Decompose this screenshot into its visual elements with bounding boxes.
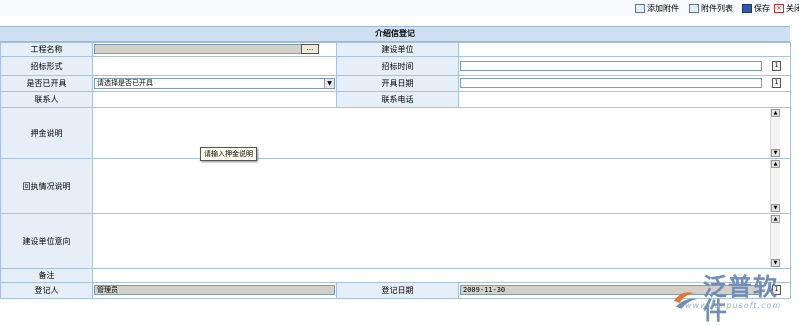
return-scrollbar[interactable]: ▲ ▼ bbox=[770, 160, 780, 212]
return-textarea[interactable]: ▲ ▼ bbox=[92, 158, 791, 214]
deposit-tooltip: 请输入押金说明 bbox=[200, 147, 257, 161]
toolbar: 添加附件 附件列表 保存 × 关闭 bbox=[0, 0, 799, 16]
reg-date-label: 登记日期 bbox=[336, 282, 459, 299]
add-attachment-button[interactable]: 添加附件 bbox=[635, 2, 679, 14]
phone-field[interactable] bbox=[458, 91, 791, 108]
save-disk-icon bbox=[742, 3, 752, 13]
brand-url: www.fanpusoft.com bbox=[685, 301, 782, 310]
phone-label: 联系电话 bbox=[336, 91, 459, 108]
deposit-textarea[interactable]: ▲ ▼ bbox=[92, 107, 791, 159]
bid-form-field[interactable] bbox=[92, 56, 337, 76]
attachment-list-button[interactable]: 附件列表 bbox=[689, 2, 733, 14]
intent-scrollbar[interactable]: ▲ ▼ bbox=[770, 215, 780, 267]
browse-button[interactable]: ... bbox=[301, 44, 319, 54]
deposit-label: 押金说明 bbox=[0, 107, 93, 159]
return-label: 回执情况说明 bbox=[0, 158, 93, 214]
issued-label: 是否已开具 bbox=[0, 75, 93, 92]
issue-date-input[interactable] bbox=[460, 78, 762, 88]
project-name-input[interactable] bbox=[94, 44, 318, 54]
brand-logo: 泛普软件 bbox=[672, 275, 799, 323]
issue-date-label: 开具日期 bbox=[336, 75, 459, 92]
deposit-scrollbar[interactable]: ▲ ▼ bbox=[770, 109, 780, 157]
registration-form: 工程名称 ... 建设单位 招标形式 招标时间 1 是否已开具 请选择是否已开具… bbox=[0, 42, 791, 299]
contact-label: 联系人 bbox=[0, 91, 93, 108]
registrar-input[interactable]: 管理员 bbox=[94, 285, 335, 295]
issued-select-value: 请选择是否已开具 bbox=[97, 79, 153, 87]
close-icon: × bbox=[774, 3, 784, 13]
scroll-down-icon[interactable]: ▼ bbox=[771, 204, 780, 212]
bid-time-label: 招标时间 bbox=[336, 56, 459, 76]
close-label: 关闭 bbox=[786, 3, 799, 13]
attach-icon bbox=[635, 3, 645, 13]
attachment-list-label: 附件列表 bbox=[701, 3, 733, 13]
scroll-up-icon[interactable]: ▲ bbox=[771, 215, 780, 223]
scroll-up-icon[interactable]: ▲ bbox=[771, 109, 780, 117]
issued-select[interactable]: 请选择是否已开具 ▼ bbox=[94, 78, 335, 89]
close-button[interactable]: × 关闭 bbox=[774, 2, 799, 14]
project-name-label: 工程名称 bbox=[0, 42, 93, 57]
form-title: 介绍信登记 bbox=[0, 26, 790, 42]
brand-name: 泛普软件 bbox=[702, 273, 778, 325]
scroll-up-icon[interactable]: ▲ bbox=[771, 160, 780, 168]
contact-field[interactable] bbox=[92, 91, 337, 108]
build-unit-field[interactable] bbox=[458, 42, 791, 57]
save-label: 保存 bbox=[754, 3, 770, 13]
build-unit-label: 建设单位 bbox=[336, 42, 459, 57]
intent-label: 建设单位意向 bbox=[0, 213, 93, 269]
scroll-down-icon[interactable]: ▼ bbox=[771, 259, 780, 267]
scroll-down-icon[interactable]: ▼ bbox=[771, 149, 780, 157]
remark-label: 备注 bbox=[0, 268, 93, 283]
issue-date-calendar-icon[interactable]: 1 bbox=[772, 78, 781, 88]
intent-textarea[interactable]: ▲ ▼ bbox=[92, 213, 791, 269]
bid-time-calendar-icon[interactable]: 1 bbox=[772, 61, 781, 71]
save-button[interactable]: 保存 bbox=[742, 2, 770, 14]
add-attachment-label: 添加附件 bbox=[647, 3, 679, 13]
bid-form-label: 招标形式 bbox=[0, 56, 93, 76]
bid-time-input[interactable] bbox=[460, 61, 762, 71]
dropdown-arrow-icon[interactable]: ▼ bbox=[324, 79, 334, 88]
list-icon bbox=[689, 3, 699, 13]
registrar-label: 登记人 bbox=[0, 282, 93, 299]
